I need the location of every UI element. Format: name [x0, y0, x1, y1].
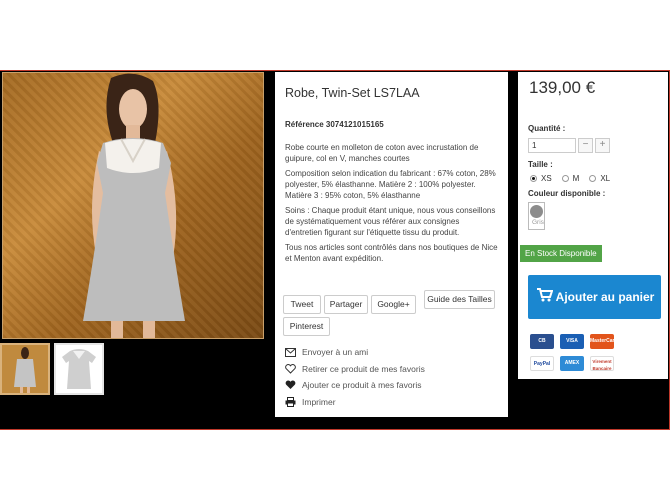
product-description-panel: Robe, Twin-Set LS7LAA Référence 30741210… [275, 72, 508, 417]
print-link[interactable]: Imprimer [284, 394, 425, 411]
size-option-label: XS [541, 174, 552, 183]
tweet-button[interactable]: Tweet [283, 295, 321, 314]
thumbnail-dress[interactable] [54, 343, 104, 395]
paypal-icon: PayPal [530, 356, 554, 371]
color-name: Gris [532, 219, 544, 226]
bank-transfer-icon: Virement Bancaire [590, 356, 614, 371]
add-to-cart-label: Ajouter au panier [555, 289, 655, 304]
size-label: Taille : [528, 160, 553, 169]
quantity-input[interactable]: 1 [528, 138, 576, 153]
share-button[interactable]: Partager [324, 295, 368, 314]
add-favorite-label: Ajouter ce produit à mes favoris [302, 380, 422, 391]
product-actions: Envoyer à un ami Retirer ce produit de m… [284, 344, 425, 410]
product-title: Robe, Twin-Set LS7LAA [285, 86, 420, 100]
add-to-cart-button[interactable]: Ajouter au panier [528, 275, 661, 319]
google-plus-button[interactable]: Google+ [371, 295, 416, 314]
pinterest-button[interactable]: Pinterest [283, 317, 330, 336]
product-reference: Référence 3074121015165 [285, 120, 384, 129]
printer-icon [284, 396, 296, 408]
heart-outline-icon [284, 363, 296, 375]
quantity-plus-button[interactable]: + [595, 138, 610, 153]
stock-badge: En Stock Disponible [520, 245, 602, 262]
mastercard-icon: MasterCard [590, 334, 618, 349]
description-paragraph: Composition selon indication du fabrican… [285, 169, 496, 200]
remove-favorite-label: Retirer ce produit de mes favoris [302, 363, 425, 374]
add-favorite-link[interactable]: Ajouter ce produit à mes favoris [284, 377, 425, 394]
description-paragraph: Soins : Chaque produit étant unique, nou… [285, 206, 496, 237]
size-option-label: M [572, 174, 580, 183]
size-guide-button[interactable]: Guide des Tailles [424, 290, 495, 309]
email-friend-label: Envoyer à un ami [302, 347, 369, 358]
color-label: Couleur disponible : [528, 189, 606, 198]
amex-card-icon: AMEX [560, 356, 584, 371]
envelope-icon [284, 346, 296, 358]
quantity-label: Quantité : [528, 124, 566, 133]
product-main-image[interactable] [2, 72, 264, 339]
size-options: XS M XL [528, 174, 658, 183]
color-swatch-grey[interactable]: Gris [528, 202, 545, 230]
heart-icon [284, 379, 296, 391]
size-radio-xs[interactable] [530, 175, 537, 182]
quantity-minus-button[interactable]: − [578, 138, 593, 153]
cb-card-icon: CB [530, 334, 554, 349]
dress-photo [83, 73, 185, 338]
size-radio-xl[interactable] [589, 175, 597, 182]
color-dot [530, 205, 543, 218]
thumbnail-model[interactable] [0, 343, 50, 395]
buy-panel: 139,00 € Quantité : 1 − + Taille : XS M … [518, 72, 668, 379]
size-option-label: XL [600, 174, 611, 183]
description-paragraph: Robe courte en molleton de coton avec in… [285, 143, 479, 163]
product-price: 139,00 € [529, 78, 596, 97]
size-radio-m[interactable] [561, 175, 569, 182]
quantity-stepper: 1 − + [528, 138, 658, 153]
email-friend-link[interactable]: Envoyer à un ami [284, 344, 425, 361]
visa-card-icon: VISA [560, 334, 584, 349]
remove-favorite-link[interactable]: Retirer ce produit de mes favoris [284, 361, 425, 378]
cart-icon [537, 287, 555, 307]
description-paragraph: Tous nos articles sont contrôlés dans no… [285, 243, 498, 263]
print-label: Imprimer [302, 396, 336, 407]
